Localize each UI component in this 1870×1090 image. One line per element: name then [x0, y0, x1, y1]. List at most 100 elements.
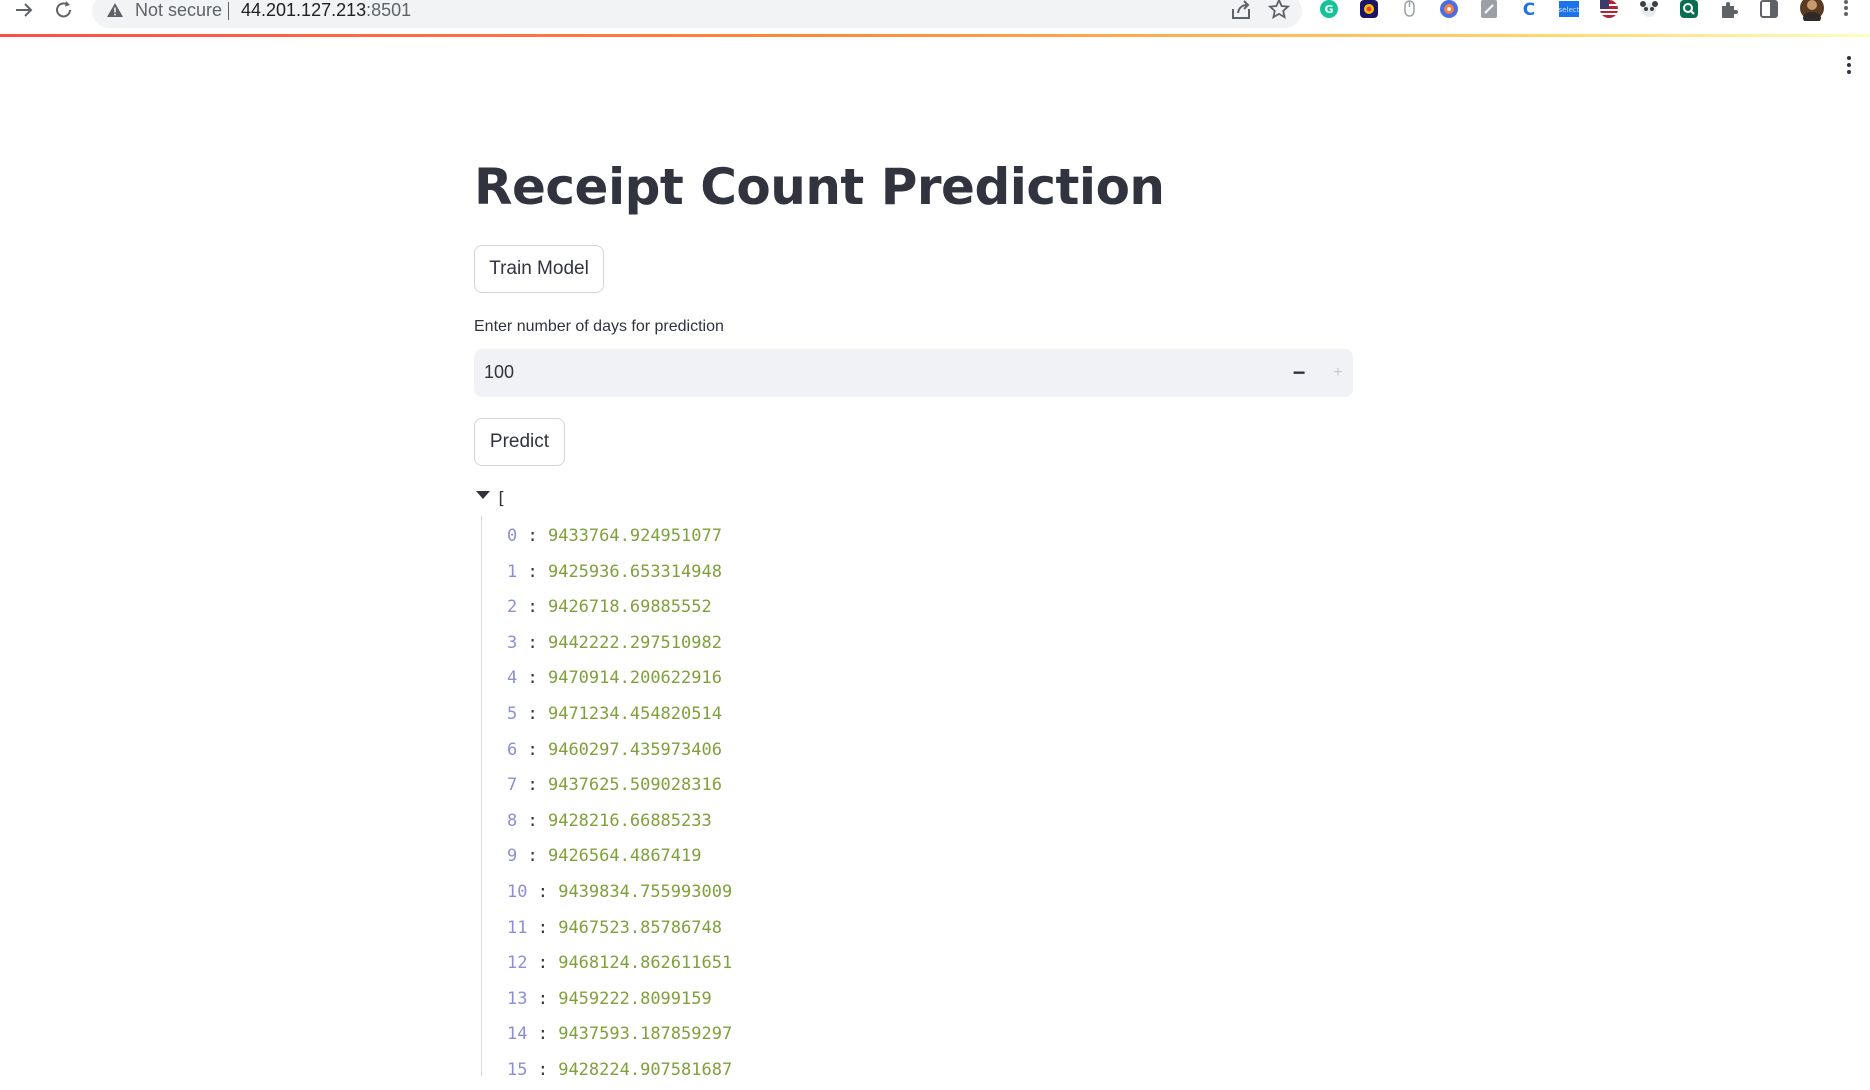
json-value: 9460297.435973406	[547, 739, 722, 760]
json-list-item: 4 : 9470914.200622916	[507, 668, 722, 698]
profile-avatar[interactable]	[1798, 0, 1826, 21]
json-indent-guide	[481, 516, 482, 1076]
json-value: 9470914.200622916	[547, 668, 722, 689]
days-number-input[interactable]: 100 − +	[474, 349, 1353, 397]
address-separator	[228, 2, 229, 20]
warning-icon[interactable]	[106, 2, 124, 23]
json-list-item: 0 : 9433764.924951077	[507, 526, 722, 556]
json-index: 9	[507, 846, 518, 867]
json-list-item: 8 : 9428216.66885233	[507, 811, 712, 841]
json-index: 4	[507, 668, 518, 689]
json-colon: :	[517, 739, 548, 760]
json-value: 9439834.755993009	[558, 882, 733, 902]
predict-button[interactable]: Predict	[474, 418, 565, 466]
search-extension-icon[interactable]	[1678, 0, 1700, 20]
json-colon: :	[517, 704, 548, 724]
json-index: 8	[507, 810, 518, 831]
json-value: 9468124.862611651	[558, 953, 733, 974]
json-list-item: 6 : 9460297.435973406	[507, 740, 722, 770]
json-colon: :	[517, 561, 548, 582]
json-open-bracket: [	[496, 489, 507, 509]
grammarly-extension-icon[interactable]: G	[1318, 0, 1340, 20]
json-value: 9459222.8099159	[558, 988, 712, 1009]
json-list-item: 3 : 9442222.297510982	[507, 633, 722, 663]
svg-text:C: C	[1523, 0, 1535, 20]
json-index: 5	[507, 704, 518, 724]
browser-toolbar: Not secure 44.201.127.213:8501 G C selec…	[0, 0, 1870, 34]
url-text[interactable]: 44.201.127.213:8501	[241, 0, 411, 21]
json-colon: :	[527, 953, 559, 974]
reload-icon[interactable]	[52, 0, 76, 20]
json-index: 12	[507, 953, 528, 974]
json-list-item: 1 : 9425936.653314948	[507, 562, 722, 592]
panda-extension-icon[interactable]	[1638, 0, 1660, 20]
document-extension-icon[interactable]	[1478, 0, 1500, 20]
json-list-item: 12 : 9468124.862611651	[507, 953, 732, 983]
json-index: 7	[507, 775, 518, 796]
json-list-item: 2 : 9426718.69885552	[507, 597, 712, 627]
url-port: :8501	[366, 0, 412, 20]
svg-text:select: select	[1559, 6, 1580, 14]
days-input-label: Enter number of days for prediction	[474, 318, 724, 335]
json-value: 9428216.66885233	[547, 810, 712, 831]
address-bar[interactable]: Not secure 44.201.127.213:8501	[92, 0, 1302, 28]
json-value: 9437625.509028316	[547, 775, 722, 796]
json-list-item: 13 : 9459222.8099159	[507, 989, 712, 1019]
bookmark-star-icon[interactable]	[1267, 0, 1291, 25]
json-value: 9428224.907581687	[558, 1060, 733, 1080]
json-value: 9437593.187859297	[558, 1024, 733, 1045]
url-host: 44.201.127.213	[241, 0, 367, 20]
json-colon: :	[517, 597, 548, 618]
json-colon: :	[517, 632, 548, 653]
mouse-extension-icon[interactable]	[1398, 0, 1420, 20]
side-panel-icon[interactable]	[1758, 0, 1780, 20]
json-index: 1	[507, 561, 518, 582]
select-extension-icon[interactable]: select	[1558, 0, 1580, 20]
days-input-value[interactable]: 100	[484, 362, 514, 383]
decrement-button[interactable]: −	[1286, 360, 1312, 385]
json-list-item: 7 : 9437625.509028316	[507, 775, 722, 805]
json-index: 2	[507, 597, 518, 618]
json-colon: :	[517, 810, 548, 831]
extension-icon-circle[interactable]	[1438, 0, 1460, 20]
extensions-puzzle-icon[interactable]	[1718, 0, 1740, 20]
json-list-item: 9 : 9426564.4867419	[507, 846, 702, 876]
json-index: 11	[507, 917, 528, 938]
json-list-item: 10 : 9439834.755993009	[507, 882, 732, 912]
app-menu-icon[interactable]	[1845, 54, 1853, 78]
json-value: 9433764.924951077	[547, 526, 722, 546]
forward-icon[interactable]	[12, 0, 36, 20]
json-index: 3	[507, 632, 518, 653]
svg-text:G: G	[1324, 3, 1333, 16]
json-colon: :	[527, 1060, 559, 1080]
increment-button[interactable]: +	[1325, 361, 1351, 385]
json-colon: :	[517, 775, 548, 796]
security-status[interactable]: Not secure	[135, 0, 222, 21]
json-value: 9471234.454820514	[547, 704, 722, 724]
train-model-button[interactable]: Train Model	[474, 245, 604, 293]
json-value: 9467523.85786748	[558, 917, 722, 938]
page-title: Receipt Count Prediction	[474, 158, 1165, 216]
json-index: 15	[507, 1060, 528, 1080]
json-colon: :	[527, 1024, 559, 1045]
app-decoration-bar	[0, 34, 1870, 37]
json-index: 6	[507, 739, 518, 760]
json-colon: :	[527, 917, 559, 938]
c-extension-icon[interactable]: C	[1518, 0, 1540, 20]
collapse-toggle-icon[interactable]	[476, 491, 490, 499]
json-index: 14	[507, 1024, 528, 1045]
json-index: 13	[507, 988, 528, 1009]
browser-menu-icon[interactable]	[1840, 0, 1852, 20]
json-list-item: 5 : 9471234.454820514	[507, 704, 722, 734]
json-colon: :	[517, 846, 548, 867]
share-icon[interactable]	[1230, 0, 1252, 25]
json-value: 9426718.69885552	[547, 597, 712, 618]
json-colon: :	[527, 988, 559, 1009]
json-list-item: 11 : 9467523.85786748	[507, 918, 722, 948]
flag-extension-icon[interactable]	[1598, 0, 1620, 20]
json-list-item: 15 : 9428224.907581687	[507, 1060, 732, 1090]
json-colon: :	[527, 882, 559, 902]
json-colon: :	[517, 526, 548, 546]
extension-icon-multicolor[interactable]	[1358, 0, 1380, 20]
json-value: 9442222.297510982	[547, 632, 722, 653]
